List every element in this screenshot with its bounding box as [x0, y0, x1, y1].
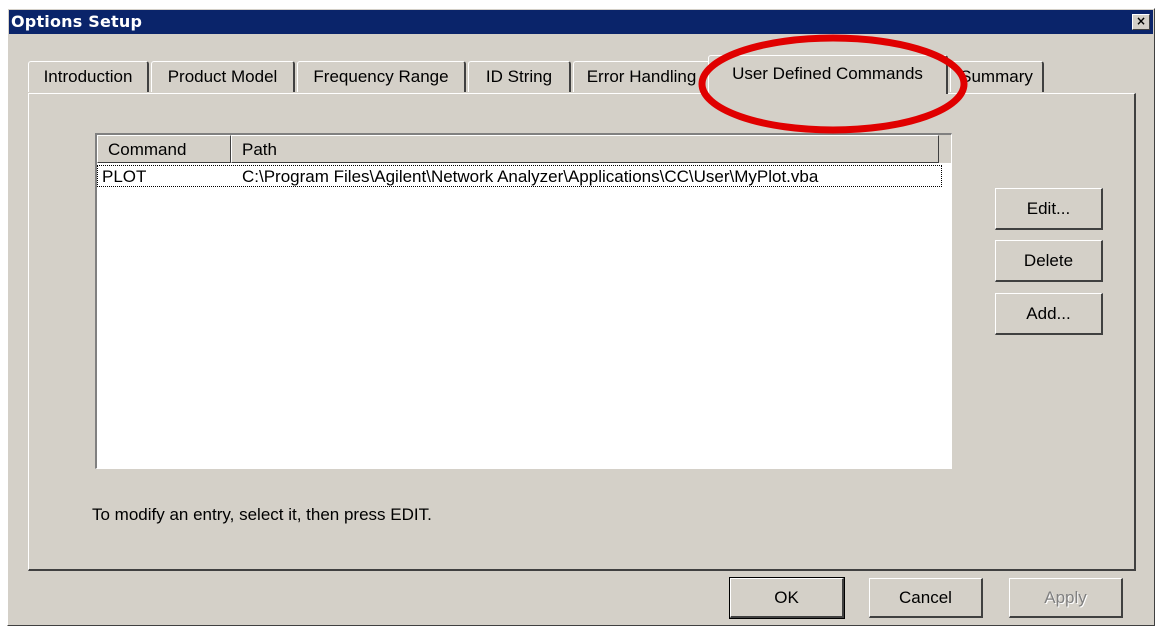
- apply-button: Apply: [1009, 578, 1123, 618]
- options-setup-dialog: Options Setup × Introduction Product Mod…: [7, 8, 1155, 626]
- cancel-button[interactable]: Cancel: [869, 578, 983, 618]
- column-header-command[interactable]: Command: [97, 135, 231, 163]
- tab-summary[interactable]: Summary: [950, 61, 1044, 92]
- add-button[interactable]: Add...: [995, 293, 1103, 335]
- tab-product-model[interactable]: Product Model: [151, 61, 295, 92]
- window-title: Options Setup: [11, 12, 143, 31]
- tab-id-string[interactable]: ID String: [468, 61, 571, 92]
- table-row[interactable]: PLOT C:\Program Files\Agilent\Network An…: [97, 165, 942, 187]
- close-button[interactable]: ×: [1132, 14, 1150, 30]
- path-cell: C:\Program Files\Agilent\Network Analyze…: [242, 167, 819, 186]
- column-header-path[interactable]: Path: [231, 135, 939, 163]
- close-icon: ×: [1135, 14, 1147, 28]
- title-bar: Options Setup ×: [9, 10, 1153, 34]
- tab-introduction[interactable]: Introduction: [28, 61, 149, 92]
- instruction-text: To modify an entry, select it, then pres…: [92, 505, 432, 524]
- edit-button[interactable]: Edit...: [995, 188, 1103, 230]
- tab-user-defined-commands[interactable]: User Defined Commands: [708, 55, 948, 94]
- user-defined-commands-panel: Command Path PLOT C:\Program Files\Agile…: [28, 93, 1136, 571]
- command-cell: PLOT: [102, 167, 147, 186]
- ok-button[interactable]: OK: [729, 577, 845, 619]
- tab-frequency-range[interactable]: Frequency Range: [297, 61, 466, 92]
- list-header: Command Path: [97, 135, 951, 163]
- tab-error-handling[interactable]: Error Handling: [573, 61, 711, 92]
- delete-button[interactable]: Delete: [995, 240, 1103, 282]
- commands-list[interactable]: Command Path PLOT C:\Program Files\Agile…: [95, 133, 952, 469]
